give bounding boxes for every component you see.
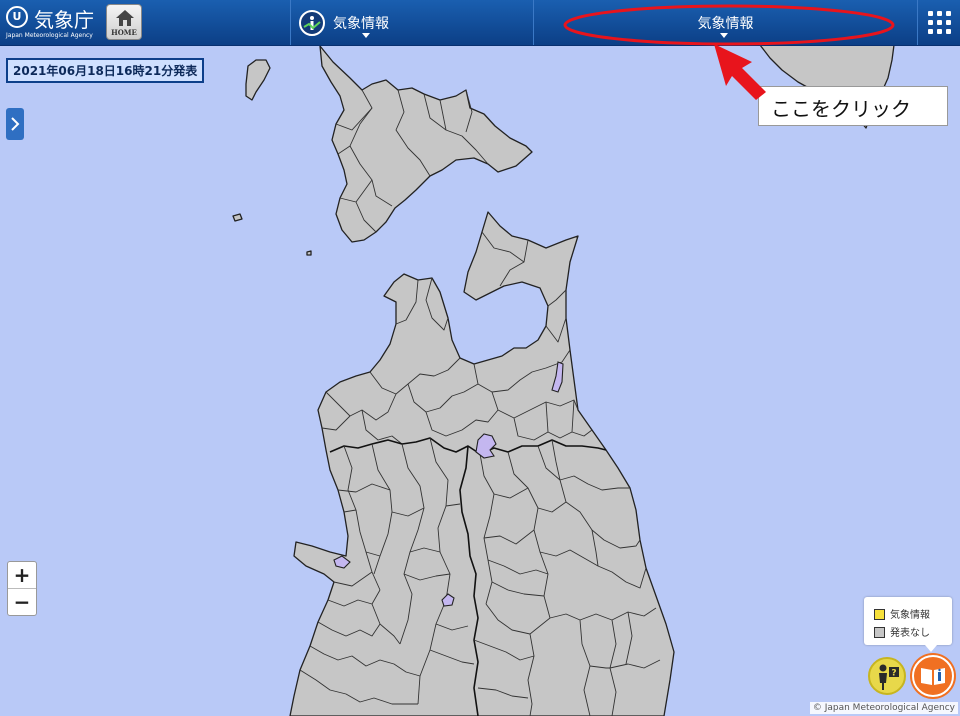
annotation-callout: ここをクリック — [758, 86, 948, 126]
zoom-control: + − — [7, 561, 37, 616]
small-island-1 — [232, 213, 243, 222]
side-panel-toggle[interactable] — [6, 108, 24, 140]
caret-down-icon — [362, 33, 370, 38]
small-island-2 — [306, 250, 312, 256]
app-grid-button[interactable] — [918, 0, 960, 45]
svg-text:?: ? — [891, 669, 896, 679]
caret-down-icon — [720, 33, 728, 38]
help-button[interactable]: ? — [868, 657, 906, 695]
home-button[interactable]: HOME — [106, 4, 142, 40]
legend-label: 気象情報 — [890, 610, 930, 621]
info-type-menu[interactable]: 気象情報 — [290, 0, 534, 45]
annotation-text: ここをクリック — [771, 97, 911, 121]
legend-item: 発表なし — [874, 624, 930, 639]
home-label: HOME — [111, 28, 137, 37]
zoom-in-button[interactable]: + — [8, 562, 36, 589]
house-icon — [116, 10, 134, 26]
copyright-text: © Japan Meteorological Agency — [809, 702, 958, 714]
header-bar: U 気象庁 Japan Meteorological Agency HOME 気… — [0, 0, 960, 46]
info-type-menu-label: 気象情報 — [333, 16, 389, 32]
info-icon — [299, 10, 325, 36]
chevron-right-icon — [11, 117, 20, 131]
info-content-menu[interactable]: 気象情報 — [534, 0, 918, 45]
legend-label: 発表なし — [890, 628, 930, 639]
legend-swatch-yellow — [874, 609, 885, 620]
map-legend: 気象情報 発表なし — [864, 597, 952, 652]
agency-name-en: Japan Meteorological Agency — [6, 32, 93, 39]
issued-time-badge: 2021年06月18日16時21分発表 — [6, 58, 205, 83]
book-info-icon — [921, 668, 945, 685]
guide-person-icon: ? — [879, 664, 899, 690]
zoom-out-button[interactable]: − — [8, 589, 36, 615]
agency-name: 気象庁 — [34, 8, 94, 32]
legend-item: 気象情報 — [874, 606, 930, 621]
jma-emblem-icon: U — [6, 6, 28, 28]
legend-swatch-gray — [874, 627, 885, 638]
info-content-menu-label: 気象情報 — [697, 16, 754, 32]
legend-book-button[interactable] — [912, 655, 954, 697]
